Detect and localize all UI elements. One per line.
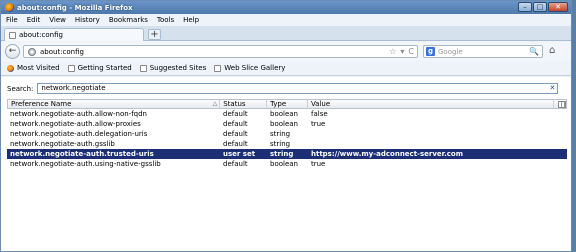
sort-arrow-icon: △ (212, 100, 218, 107)
bookmark-star-icon[interactable]: ☆ (389, 47, 396, 56)
pref-name-cell: network.negotiate-auth.delegation-uris (10, 130, 148, 138)
column-header-value[interactable]: Value (308, 100, 555, 108)
pref-name-cell: network.negotiate-auth.trusted-uris (10, 150, 154, 158)
bookmark-getting-started[interactable]: Getting Started (67, 64, 132, 72)
window-title: about:config - Mozilla Firefox (17, 3, 133, 12)
filter-row: Search: network.negotiate ✕ (7, 83, 559, 94)
status-cell: default (223, 130, 248, 138)
value-cell (308, 129, 555, 139)
menu-help[interactable]: Help (183, 16, 199, 24)
globe-icon (28, 47, 36, 56)
window-controls: – □ ✕ (518, 2, 568, 12)
table-row[interactable]: network.negotiate-auth.delegation-uris d… (7, 129, 567, 139)
column-label: Preference Name (11, 100, 72, 108)
bookmark-label: Most Visited (17, 64, 60, 72)
close-button[interactable]: ✕ (548, 2, 568, 12)
navigation-bar: ← about:config ☆ ▾ C g Google 🔍 ⌂ (1, 42, 571, 61)
status-cell: default (223, 110, 248, 118)
table-row[interactable]: network.negotiate-auth.gsslib default st… (7, 139, 567, 149)
url-bar[interactable]: about:config ☆ ▾ C (23, 45, 418, 58)
new-tab-button[interactable]: + (148, 29, 161, 40)
firefox-icon (7, 64, 14, 72)
history-dropdown-icon[interactable]: ▾ (400, 47, 404, 56)
status-cell: default (223, 160, 248, 168)
menu-bar: File Edit View History Bookmarks Tools H… (1, 14, 571, 26)
column-header-preference-name[interactable]: Preference Name △ (8, 100, 221, 108)
reload-icon[interactable]: C (408, 47, 414, 56)
url-actions: ☆ ▾ C (389, 47, 414, 56)
clear-icon[interactable]: ✕ (550, 84, 556, 93)
filter-input[interactable]: network.negotiate ✕ (37, 83, 559, 94)
back-button[interactable]: ← (5, 44, 20, 59)
page-icon (214, 64, 222, 72)
preferences-table: Preference Name △ Status Type Value netw… (7, 99, 567, 169)
filter-value: network.negotiate (41, 84, 106, 92)
table-header: Preference Name △ Status Type Value (7, 99, 567, 109)
search-bar[interactable]: g Google 🔍 (423, 45, 543, 58)
url-text: about:config (40, 47, 84, 56)
table-row[interactable]: network.negotiate-auth.allow-proxies def… (7, 119, 567, 129)
tab-strip: about:config + (1, 26, 571, 41)
page-icon (139, 64, 147, 72)
maximize-button[interactable]: □ (533, 2, 547, 12)
firefox-logo-icon (5, 3, 14, 12)
menu-history[interactable]: History (75, 16, 100, 24)
title-bar: about:config - Mozilla Firefox – □ ✕ (1, 1, 571, 14)
pref-name-cell: network.negotiate-auth.allow-proxies (10, 120, 141, 128)
value-cell: https://www.my-adconnect-server.com (311, 150, 463, 158)
firefox-window: about:config - Mozilla Firefox – □ ✕ Fil… (0, 0, 572, 252)
bookmark-label: Suggested Sites (149, 64, 207, 72)
table-row[interactable]: network.negotiate-auth.using-native-gssl… (7, 159, 567, 169)
pref-name-cell: network.negotiate-auth.gsslib (10, 140, 115, 148)
column-picker-icon (557, 101, 566, 108)
page-icon (9, 31, 16, 39)
column-header-status[interactable]: Status (220, 100, 268, 108)
table-row[interactable]: network.negotiate-auth.allow-non-fqdn de… (7, 109, 567, 119)
type-cell: string (270, 140, 291, 148)
about-config-page: Search: network.negotiate ✕ Preference N… (1, 77, 571, 251)
status-cell: user set (223, 150, 256, 158)
search-icon[interactable]: 🔍 (529, 47, 539, 56)
type-cell: boolean (270, 110, 298, 118)
type-cell: string (270, 150, 294, 158)
value-cell: false (311, 110, 328, 118)
status-cell: default (223, 140, 248, 148)
pref-name-cell: network.negotiate-auth.allow-non-fqdn (10, 110, 147, 118)
type-cell: boolean (270, 120, 298, 128)
google-engine-icon[interactable]: g (426, 47, 435, 56)
bookmark-label: Web Slice Gallery (224, 64, 286, 72)
menu-tools[interactable]: Tools (157, 16, 174, 24)
column-picker[interactable] (554, 100, 566, 108)
value-cell (308, 139, 555, 149)
page-icon (67, 64, 75, 72)
tab-about-config[interactable]: about:config (4, 28, 144, 41)
menu-view[interactable]: View (49, 16, 66, 24)
bookmark-most-visited[interactable]: Most Visited (7, 64, 60, 72)
type-cell: boolean (270, 160, 298, 168)
column-header-type[interactable]: Type (267, 100, 308, 108)
filter-label: Search: (7, 84, 34, 93)
value-cell: true (311, 160, 326, 168)
bookmarks-toolbar: Most Visited Getting Started Suggested S… (1, 61, 571, 76)
search-placeholder: Google (438, 47, 463, 56)
table-row[interactable]: network.negotiate-auth.trusted-uris user… (7, 149, 567, 159)
home-icon[interactable]: ⌂ (549, 45, 555, 56)
pref-name-cell: network.negotiate-auth.using-native-gssl… (10, 160, 161, 168)
type-cell: string (270, 130, 291, 138)
bookmark-suggested-sites[interactable]: Suggested Sites (139, 64, 207, 72)
bookmark-label: Getting Started (77, 64, 132, 72)
status-cell: default (223, 120, 248, 128)
menu-edit[interactable]: Edit (27, 16, 41, 24)
menu-bookmarks[interactable]: Bookmarks (109, 16, 148, 24)
value-cell: true (311, 120, 326, 128)
minimize-button[interactable]: – (518, 2, 532, 12)
bookmark-web-slice-gallery[interactable]: Web Slice Gallery (214, 64, 285, 72)
menu-file[interactable]: File (6, 16, 18, 24)
tab-label: about:config (19, 31, 63, 39)
